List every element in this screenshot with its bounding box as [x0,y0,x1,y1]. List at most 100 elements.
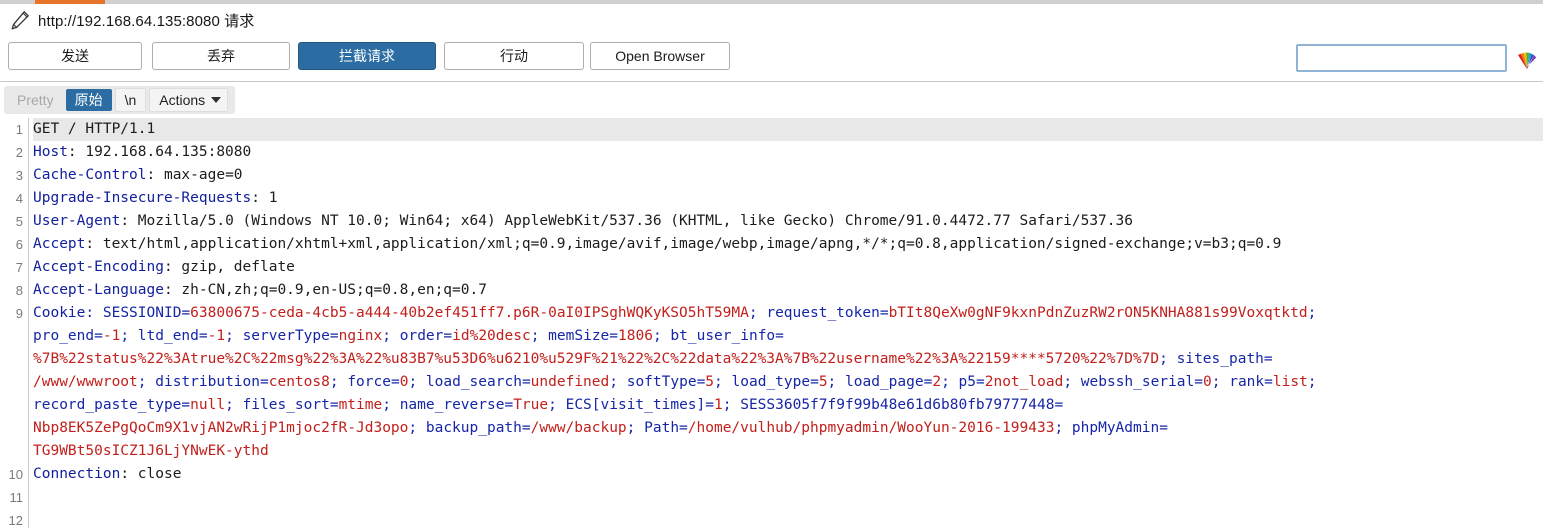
header-name: Cache-Control [33,167,147,183]
action-button[interactable]: 行动 [444,42,584,70]
search-input[interactable] [1296,44,1507,72]
cookie-token: pro_end [33,328,95,344]
request-line-empty [33,486,1543,509]
request-line-cont: Nbp8EK5ZePgQoCm9X1vjAN2wRijP1mjoc2fR-Jd3… [33,417,1543,440]
cookie-token: ; [408,420,426,436]
cookie-token: ; [1159,351,1177,367]
request-line: Cache-Control: max-age=0 [33,164,1543,187]
cookie-token: SESS3605f7f9f99b48e61d6b80fb79777448 [740,397,1055,413]
cookie-token: = [260,374,269,390]
cookie-token: ; [626,420,645,436]
cookie-token: request_token [766,305,880,321]
view-mode-toolbar: Pretty 原始 \n Actions [0,83,1543,118]
actions-menu[interactable]: Actions [149,88,229,112]
send-button[interactable]: 发送 [8,42,142,70]
header-name: User-Agent [33,213,121,229]
cookie-token: sites_path [1176,351,1264,367]
cookie-token: record_paste_type [33,397,182,413]
cookie-token: ; [1211,374,1230,390]
request-code-area[interactable]: GET / HTTP/1.1 Host: 192.168.64.135:8080 C… [29,118,1543,528]
cookie-token: = [705,397,715,413]
line-number [0,417,28,440]
cookie-token: ; [652,328,671,344]
cookie-token: phpMyAdmin [1071,420,1160,436]
header-value: : 1 [251,190,278,206]
cookie-token: = [198,328,208,344]
line-number: 7 [15,260,23,275]
cookie-token: = [1159,420,1168,436]
cookie-token: 5 [818,374,828,390]
cookie-token: distribution [155,374,260,390]
cookie-token: -1 [207,328,226,344]
request-editor[interactable]: 1 2 3 4 5 6 7 8 9 10 11 12 GET / HTTP/1.1 Host: 192.… [0,118,1543,528]
cookie-token: = [94,328,103,344]
cookie-token: undefined [530,374,610,390]
cookie-token: ; [1063,374,1081,390]
page-title: http://192.168.64.135:8080 请求 [38,12,255,30]
actions-menu-label: Actions [159,92,206,108]
request-line: Accept: text/html,application/xhtml+xml,… [33,233,1543,256]
line-number [0,371,28,394]
cookie-token: ; [1054,420,1072,436]
cookie-token: ; [722,397,741,413]
cookie-token: load_page [845,374,924,390]
header-name: Upgrade-Insecure-Requests [33,190,252,206]
cookie-token: 1 [714,397,723,413]
cookie-token: ltd_end [137,328,199,344]
cookie-token: = [443,328,453,344]
cookie-token: /www/wwwroot [33,374,138,390]
header-name: Cookie [33,305,86,321]
drop-button[interactable]: 丢弃 [152,42,290,70]
cookie-token: = [1054,397,1064,413]
request-line: Host: 192.168.64.135:8080 [33,141,1543,164]
cookie-token: ; [548,397,566,413]
cookie-token: 63800675-ceda-4cb5-a444-40b2ef451ff7.p6R… [190,305,749,321]
cookie-token: ; [530,328,549,344]
cookie-token: 5 [705,374,715,390]
cookie-token: TG9WBt50sICZ1J6LjYNwEK-ythd [33,443,269,459]
line-number: 2 [15,145,23,160]
header-value: : Mozilla/5.0 (Windows NT 10.0; Win64; x… [120,213,1133,229]
line-number: 4 [15,191,23,206]
intercept-request-button[interactable]: 拦截请求 [298,42,436,70]
line-number: 3 [15,168,23,183]
header-value: : gzip, deflate [163,259,295,275]
header-name: Host [33,144,68,160]
newline-toggle[interactable]: \n [114,88,147,112]
color-palette-icon[interactable] [1513,42,1541,72]
cookie-token: ; [1307,305,1317,321]
cookie-token: serverType [242,328,330,344]
cookie-token: centos8 [268,374,330,390]
header-name: Accept [33,236,86,252]
request-line-cont: TG9WBt50sICZ1J6LjYNwEK-ythd [33,440,1543,463]
request-line-empty [33,509,1543,528]
cookie-token: ; [382,328,400,344]
line-number: 8 [15,283,23,298]
cookie-token: load_search [425,374,522,390]
open-browser-button[interactable]: Open Browser [590,42,730,70]
cookie-token: 2not_load [984,374,1064,390]
cookie-token: = [521,420,531,436]
pencil-icon [11,11,29,30]
cookie-token: = [1264,374,1273,390]
chevron-down-icon [211,97,222,103]
line-number: 9 [15,306,23,321]
cookie-token: = [775,328,784,344]
cookie-token: = [329,397,339,413]
cookie-token: ; [382,397,400,413]
request-line-cont: record_paste_type=null; files_sort=mtime… [33,394,1543,417]
cookie-token: ; [714,374,732,390]
cookie-token: 0 [1203,374,1212,390]
request-line: User-Agent: Mozilla/5.0 (Windows NT 10.0… [33,210,1543,233]
cookie-token: = [390,374,400,390]
cookie-token: = [329,328,339,344]
cookie-token: ; [609,374,627,390]
cookie-token: = [1263,351,1273,367]
cookie-token: Path [644,420,680,436]
cookie-token: backup_path [425,420,522,436]
pretty-tab[interactable]: Pretty [8,89,63,111]
cookie-token: 1806 [618,328,653,344]
cookie-token: = [181,397,191,413]
raw-tab[interactable]: 原始 [65,89,112,111]
request-line-text: GET / HTTP/1.1 [33,121,156,137]
